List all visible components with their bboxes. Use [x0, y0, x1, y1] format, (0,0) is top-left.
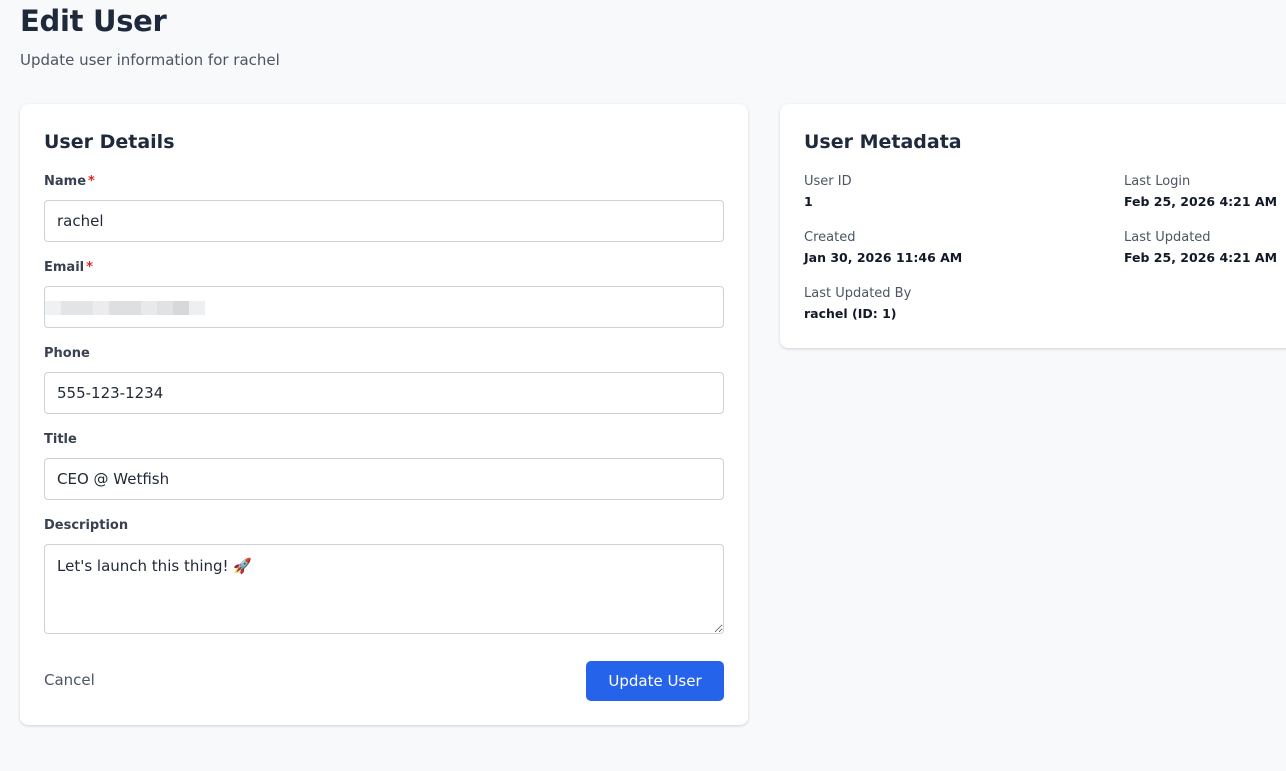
redacted-block [109, 301, 141, 315]
user-details-card: User Details Name* Email* Phone Title De… [20, 104, 748, 725]
cancel-button[interactable]: Cancel [44, 670, 95, 690]
last-updated-by-label: Last Updated By [804, 286, 912, 301]
created-label: Created [804, 230, 856, 245]
redacted-block [61, 301, 93, 315]
user-metadata-card: User Metadata User ID 1 Last Login Feb 2… [780, 104, 1286, 348]
phone-input[interactable] [44, 372, 724, 414]
user-details-title: User Details [44, 131, 175, 153]
email-input[interactable] [44, 286, 724, 328]
last-updated-label: Last Updated [1124, 230, 1211, 245]
user-id-label: User ID [804, 174, 852, 189]
last-login-label: Last Login [1124, 174, 1191, 189]
title-input[interactable] [44, 458, 724, 500]
redacted-block [189, 301, 205, 315]
last-updated-value: Feb 25, 2026 4:21 AM [1124, 250, 1278, 265]
title-label: Title [44, 432, 77, 447]
description-textarea[interactable]: Let's launch this thing! 🚀 [44, 544, 724, 634]
email-label: Email * [44, 260, 93, 276]
last-login-value: Feb 25, 2026 4:21 AM [1124, 194, 1278, 209]
page-subtitle: Update user information for rachel [20, 51, 280, 69]
required-marker: * [88, 174, 95, 189]
redacted-block [93, 301, 109, 315]
name-input[interactable] [44, 200, 724, 242]
last-updated-by-value: rachel (ID: 1) [804, 306, 897, 321]
description-label: Description [44, 518, 129, 533]
required-marker: * [86, 260, 93, 275]
user-metadata-title: User Metadata [804, 131, 962, 153]
email-label-text: Email [44, 260, 85, 275]
phone-label: Phone [44, 346, 90, 361]
page-title: Edit User [20, 4, 167, 38]
redacted-block [157, 301, 173, 315]
name-label-text: Name [44, 174, 87, 189]
redacted-block [45, 301, 61, 315]
created-value: Jan 30, 2026 11:46 AM [804, 250, 963, 265]
redacted-block [173, 301, 189, 315]
redacted-block [141, 301, 157, 315]
update-user-button[interactable]: Update User [586, 661, 724, 701]
name-label: Name * [44, 174, 95, 190]
user-id-value: 1 [804, 194, 813, 209]
